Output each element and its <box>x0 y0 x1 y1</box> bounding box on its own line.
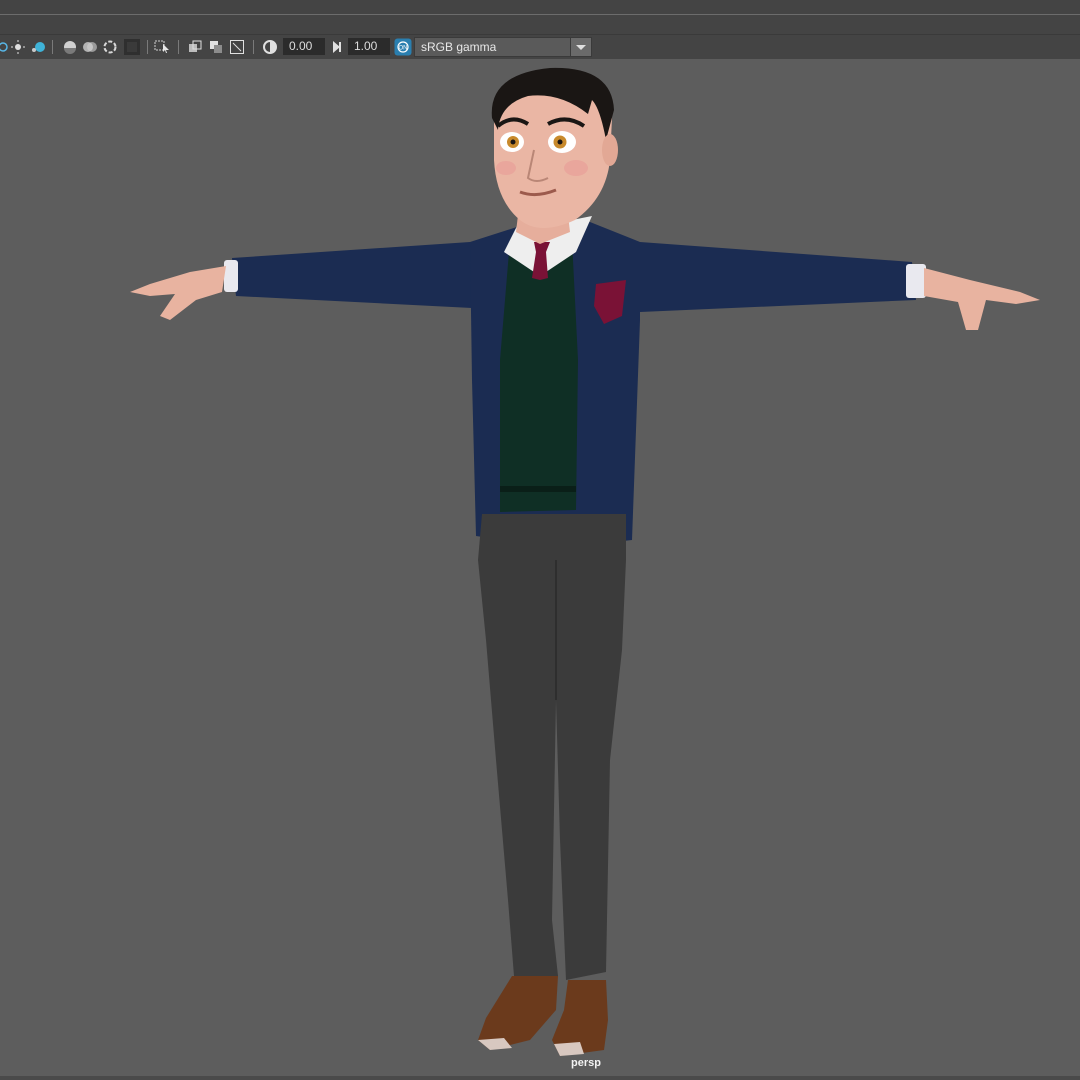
exposure-icon[interactable] <box>262 38 278 56</box>
colorspace-dropdown-icon[interactable] <box>570 38 591 56</box>
menu-divider <box>0 14 1080 15</box>
display-mode-icon[interactable] <box>0 38 8 56</box>
toolbar-separator <box>52 40 53 54</box>
toolbar-separator <box>178 40 179 54</box>
colorspace-label: sRGB gamma <box>421 40 497 54</box>
isolate-select-icon[interactable] <box>123 38 141 56</box>
jacket-left-sleeve <box>232 242 478 308</box>
motion-blur-icon[interactable] <box>82 38 98 56</box>
svg-text:ON: ON <box>399 46 408 52</box>
right-hand <box>924 268 1040 330</box>
menu-strip <box>0 0 1080 34</box>
left-ear <box>602 134 618 166</box>
perspective-viewport[interactable] <box>0 59 1080 1080</box>
sweater <box>500 240 578 512</box>
toolbar-separator <box>147 40 148 54</box>
jacket-right-sleeve <box>640 242 916 312</box>
colorspace-dropdown[interactable]: sRGB gamma <box>414 37 592 57</box>
color-management-icon[interactable]: ON <box>394 38 412 56</box>
xray-components-icon[interactable] <box>208 38 224 56</box>
left-shoe <box>478 976 558 1050</box>
right-cheek <box>564 160 588 176</box>
light-icon[interactable] <box>10 38 26 56</box>
antialias-icon[interactable] <box>102 38 118 56</box>
right-shoe-toe <box>554 1042 584 1056</box>
left-hand <box>130 266 226 320</box>
xray-joints-icon[interactable] <box>187 38 203 56</box>
right-cuff <box>906 264 926 298</box>
left-cheek <box>496 161 516 175</box>
gamma-icon[interactable] <box>330 38 344 56</box>
toolbar-separator <box>253 40 254 54</box>
camera-label: persp <box>571 1057 601 1069</box>
pants <box>478 514 626 980</box>
shadow-icon[interactable] <box>29 38 47 56</box>
right-pupil <box>557 139 563 145</box>
left-pupil <box>510 139 516 145</box>
character-model <box>130 67 1040 1056</box>
left-cuff <box>224 260 238 292</box>
sweater-band <box>500 486 576 492</box>
xray-icon[interactable] <box>154 38 172 56</box>
exposure-field[interactable]: 0.00 <box>283 38 325 55</box>
gamma-field[interactable]: 1.00 <box>348 38 390 55</box>
ambient-occlusion-icon[interactable] <box>62 38 78 56</box>
resolution-gate-icon[interactable] <box>229 38 245 56</box>
panel-toolbar: 0.00 1.00 ON sRGB gamma <box>0 34 1080 60</box>
viewport-bottom-border <box>0 1076 1080 1080</box>
